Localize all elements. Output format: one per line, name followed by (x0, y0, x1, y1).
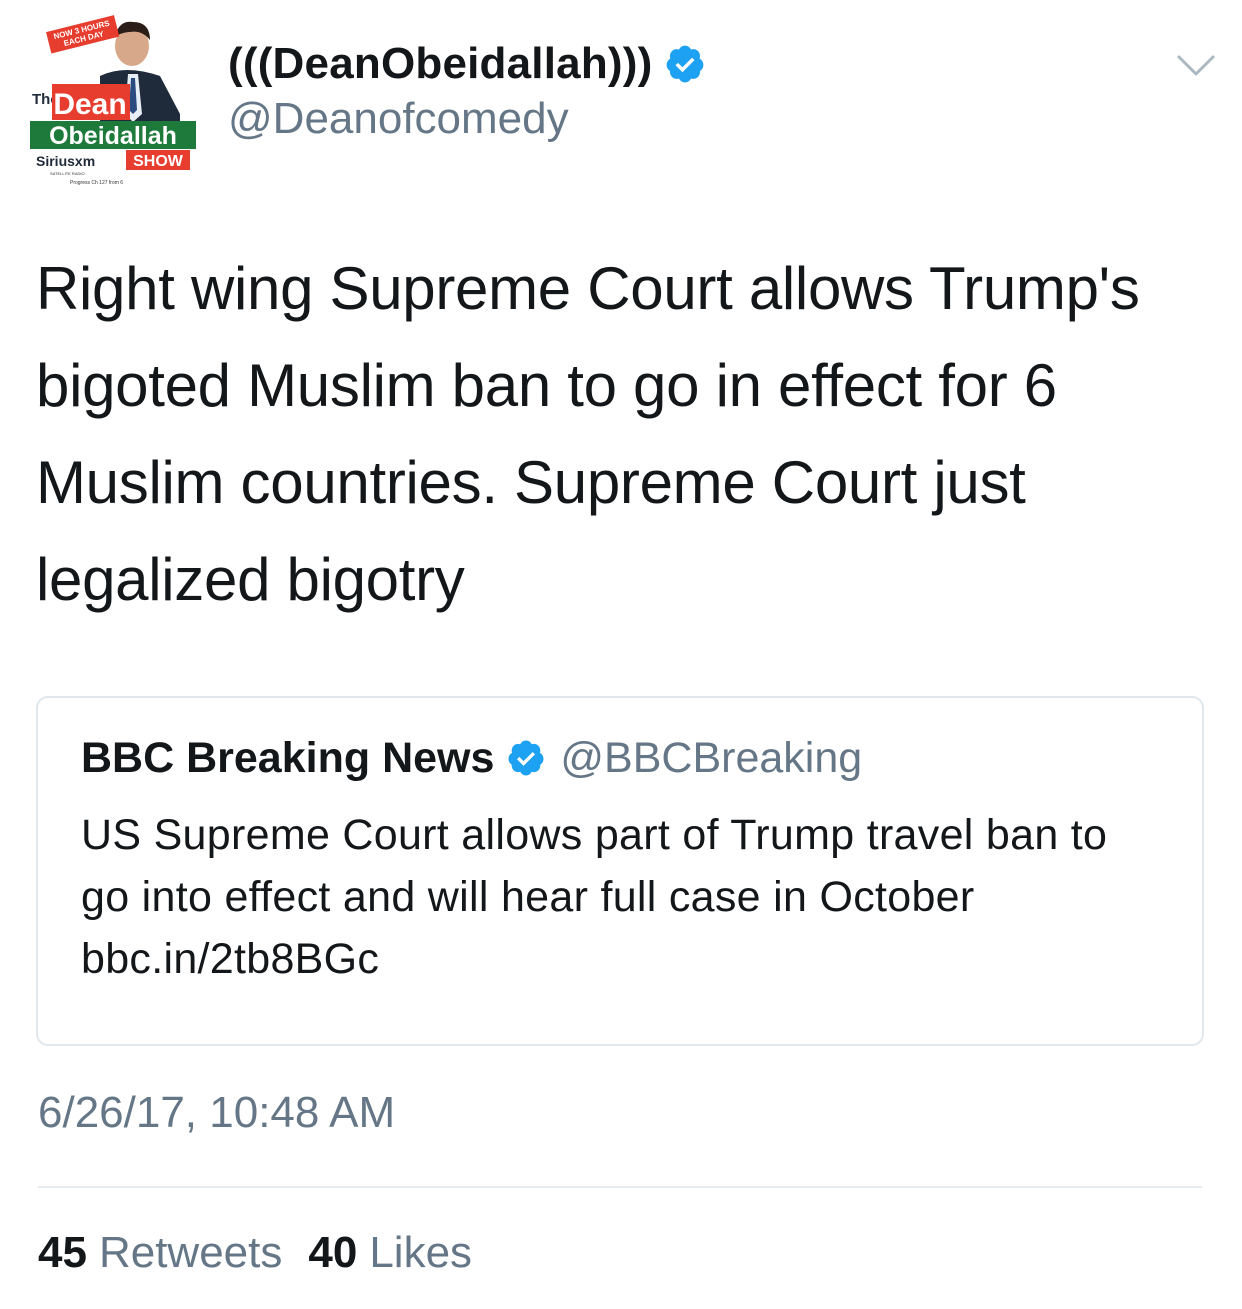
quoted-tweet-handle: @BBCBreaking (560, 733, 863, 782)
divider (38, 1186, 1202, 1188)
tweet-timestamp: 6/26/17, 10:48 AM (38, 1088, 396, 1137)
quoted-tweet-card[interactable]: BBC Breaking News @BBCBreaking US Suprem… (36, 696, 1204, 1046)
avatar-sirius: Siriusxm (36, 153, 95, 169)
avatar-dean: Dean (53, 88, 126, 121)
retweets-count: 45 (38, 1228, 87, 1277)
retweets-label: Retweets (98, 1228, 283, 1277)
chevron-down-icon[interactable] (1176, 52, 1216, 80)
quoted-tweet-display-name: BBC Breaking News (81, 733, 495, 782)
verified-badge-icon (667, 45, 704, 83)
avatar-image: NOW 3 HOURS EACH DAY The Dean Obeidallah… (30, 14, 200, 186)
likes-stat[interactable]: 40 Likes (308, 1228, 472, 1278)
author-name-row[interactable]: (((DeanObeidallah))) (228, 34, 706, 94)
avatar-show: SHOW (133, 153, 184, 170)
tweet-text: Right wing Supreme Court allows Trump's … (36, 255, 1140, 613)
avatar[interactable]: NOW 3 HOURS EACH DAY The Dean Obeidallah… (30, 14, 200, 186)
avatar-satellite: SATELLITE RADIO (50, 171, 85, 176)
avatar-obeidallah: Obeidallah (49, 122, 177, 150)
avatar-progress: Progress Ch 127 from 6 (70, 180, 123, 186)
quoted-tweet-text: US Supreme Court allows part of Trump tr… (81, 811, 1108, 983)
author-display-name[interactable]: (((DeanObeidallah))) (228, 39, 652, 89)
likes-label: Likes (369, 1228, 473, 1277)
author-handle[interactable]: @Deanofcomedy (228, 94, 569, 144)
likes-count: 40 (308, 1228, 358, 1277)
tweet-stats: 45 Retweets 40 Likes (38, 1228, 472, 1278)
quoted-tweet-header: BBC Breaking News @BBCBreaking (81, 730, 862, 786)
verified-badge-icon (508, 740, 544, 776)
retweets-stat[interactable]: 45 Retweets (38, 1228, 282, 1278)
